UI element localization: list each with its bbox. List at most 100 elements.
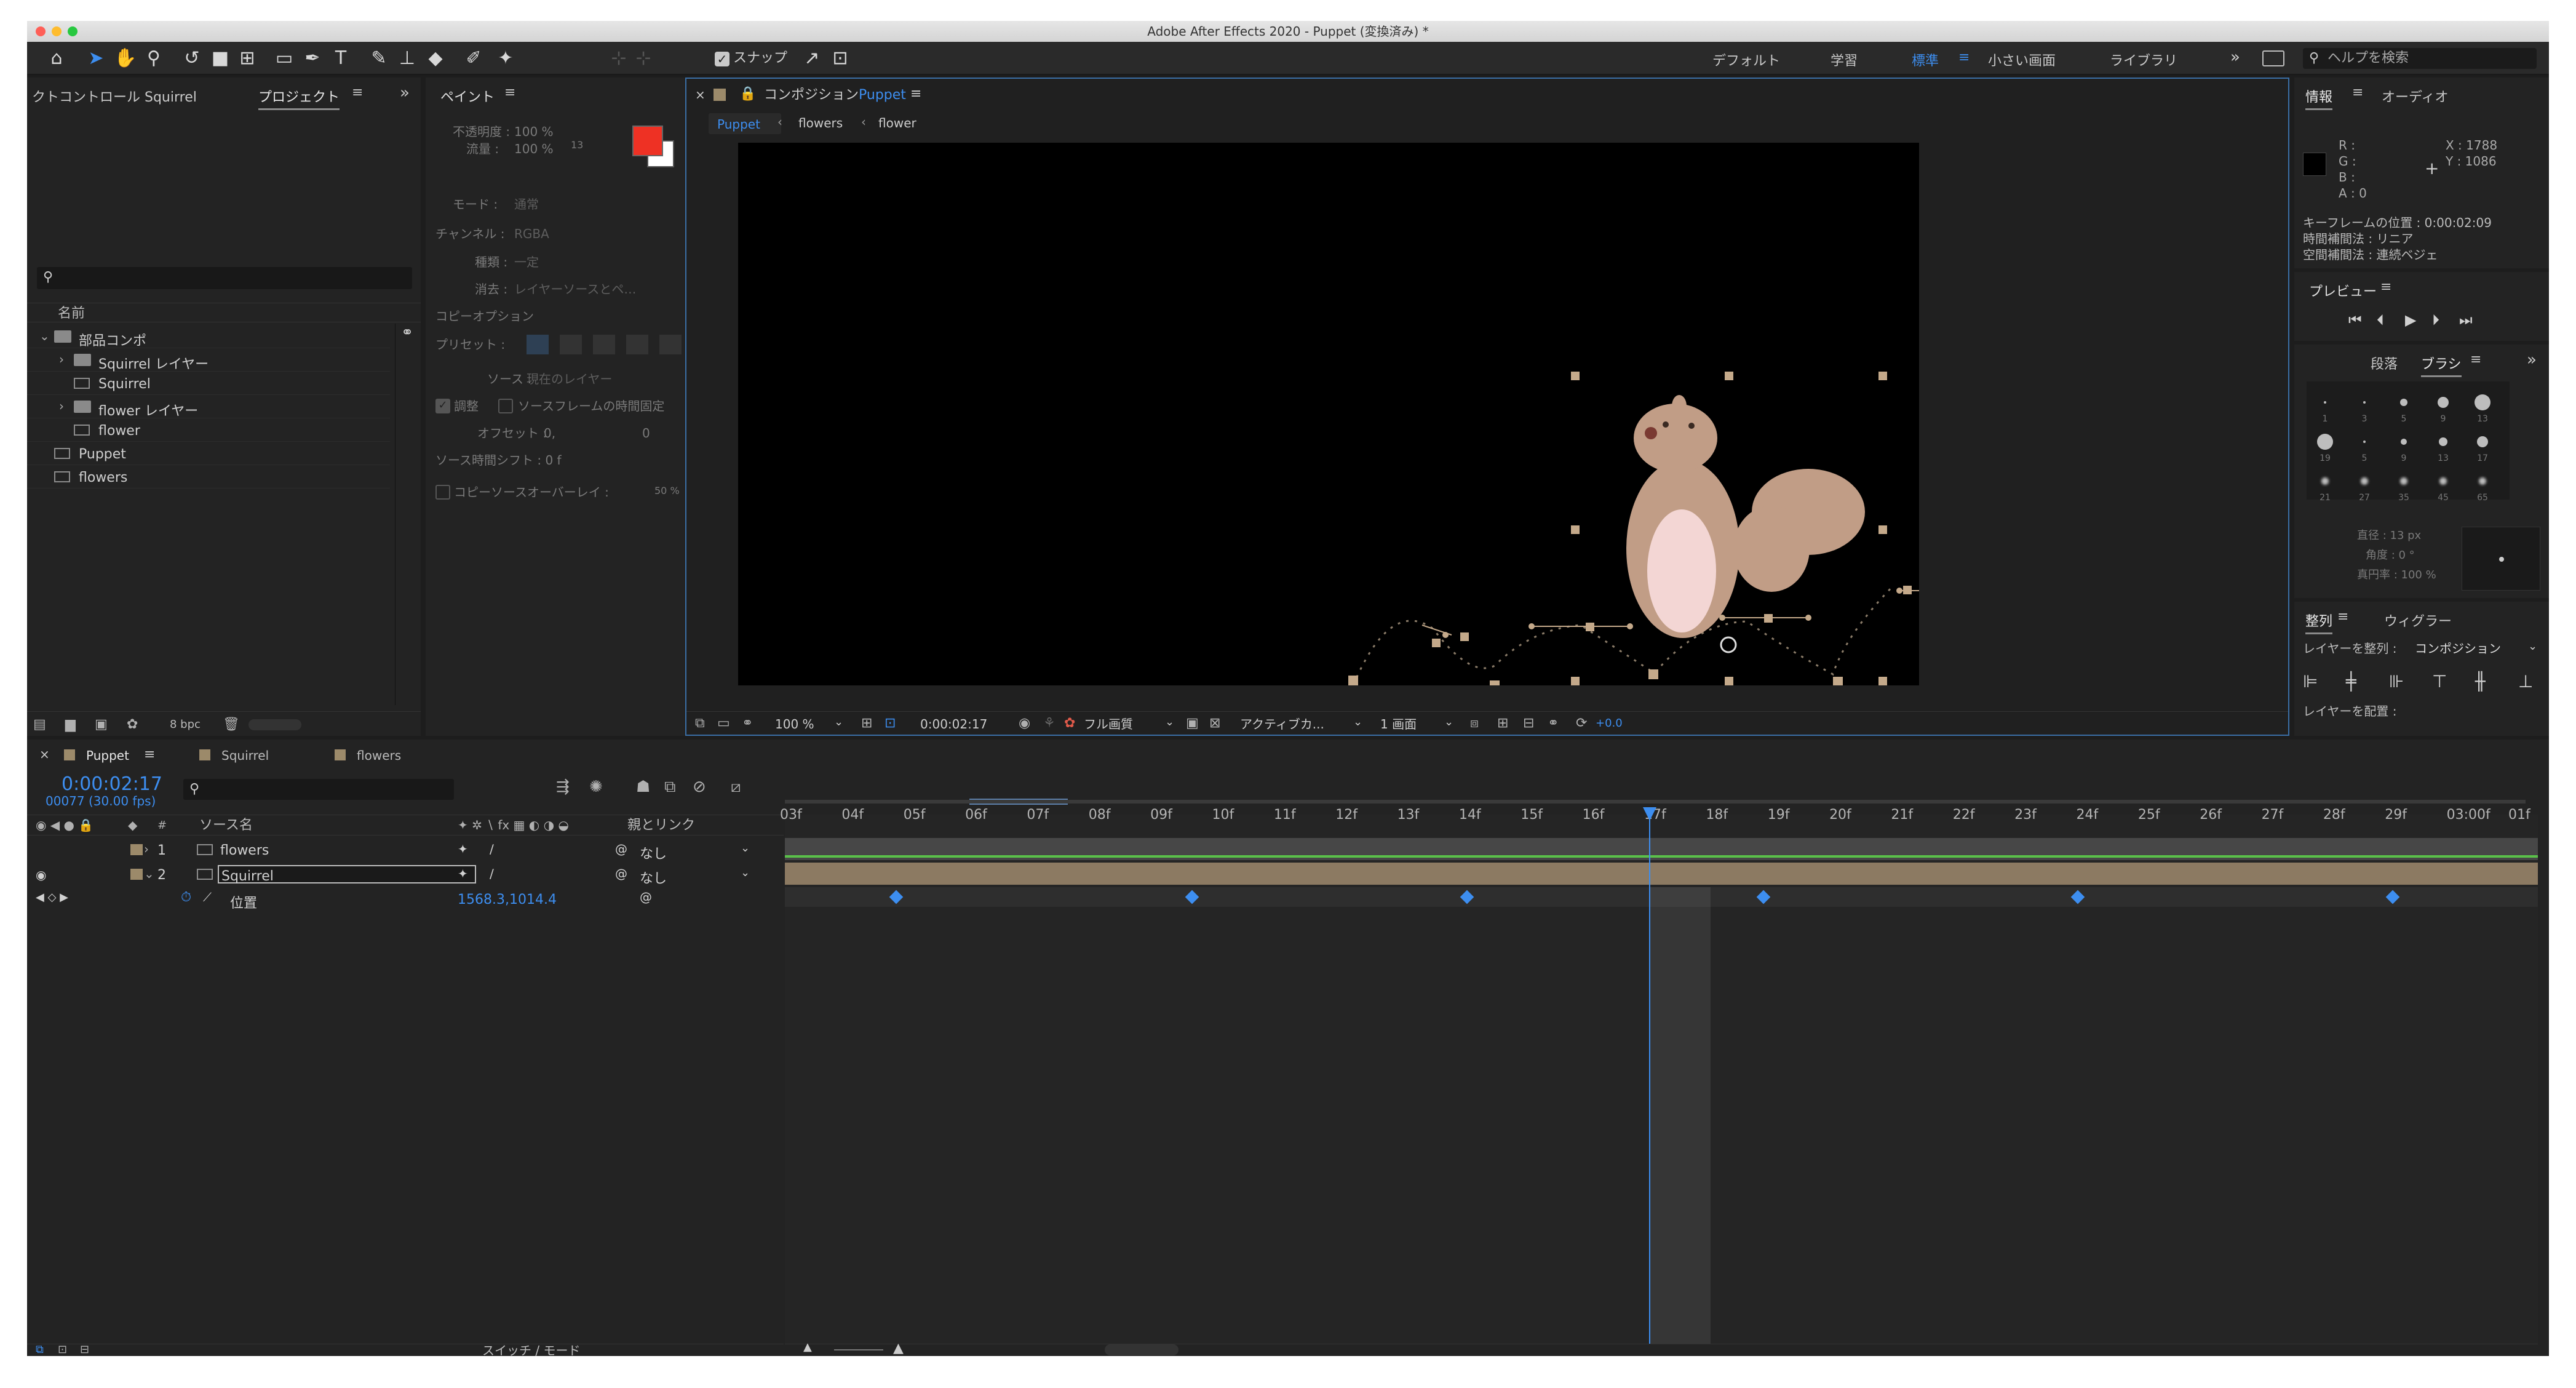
zoom-out-icon[interactable]: ▲ <box>803 1341 812 1354</box>
brush-tip[interactable] <box>2321 477 2329 485</box>
type-tool-icon[interactable]: T <box>327 46 354 71</box>
time-shift-label[interactable]: ソース時間シフト : 0 f <box>435 454 562 466</box>
layer-label-color[interactable] <box>130 844 143 855</box>
pick-whip-icon[interactable]: @ <box>640 890 652 904</box>
flowchart-icon[interactable]: ⚭ <box>401 325 413 340</box>
time-navigator[interactable] <box>785 800 2526 804</box>
flowers-layer-bar[interactable] <box>785 838 2538 860</box>
mode-dropdown[interactable]: 通常 <box>514 198 539 210</box>
camera-dropdown[interactable]: アクティブカ... <box>1240 718 1324 730</box>
workspace-0[interactable]: デフォルト <box>1712 50 1780 70</box>
show-snapshot-icon[interactable]: ⚘ <box>1043 717 1055 730</box>
help-search-input[interactable]: ⚲ ヘルプを検索 <box>2303 48 2537 69</box>
workspace-2[interactable]: 標準 <box>1912 50 1939 70</box>
axis-mode-icon[interactable]: ⊹ <box>605 46 632 71</box>
project-item[interactable]: ⌄ 部品コンポ <box>27 325 390 349</box>
reset-exposure-icon[interactable]: ⟳ <box>1576 717 1587 730</box>
opacity-value[interactable]: 100 % <box>514 126 554 138</box>
source-name-column[interactable]: ソース名 <box>199 819 253 832</box>
anchor-point-icon[interactable] <box>1720 636 1737 653</box>
panel-menu-icon[interactable]: ≡ <box>2337 609 2348 624</box>
clone-preset-5[interactable] <box>659 335 682 354</box>
current-time-display[interactable]: 0:00:02:17 <box>920 718 987 730</box>
parent-dropdown[interactable]: なし <box>640 843 667 863</box>
more-workspaces-icon[interactable]: » <box>2230 49 2240 65</box>
align-top-icon[interactable]: ⊤ <box>2432 673 2447 690</box>
graph-icon[interactable]: ⟋ <box>203 890 212 904</box>
motion-path-overlay[interactable] <box>738 143 1919 685</box>
monitor-icon[interactable]: ▭ <box>717 717 730 730</box>
timeline-icon[interactable]: ⊟ <box>1523 717 1534 730</box>
channel-dropdown[interactable]: RGBA <box>514 228 549 240</box>
brush-tip[interactable] <box>2438 397 2449 408</box>
brush-angle[interactable]: 角度 : 0 ° <box>2366 550 2415 561</box>
comp-tab-prefix[interactable]: コンポジション <box>764 89 859 102</box>
chevron-right-icon[interactable]: › <box>59 352 64 367</box>
sync-settings-icon[interactable] <box>2262 50 2284 66</box>
clone-stamp-tool-icon[interactable]: ⊥ <box>394 46 421 71</box>
align-to-dropdown[interactable]: コンポジション <box>2415 642 2501 655</box>
flow-value[interactable]: 100 % <box>514 143 554 155</box>
brush-tip[interactable] <box>2363 441 2366 443</box>
brush-tip[interactable] <box>2363 401 2366 404</box>
next-frame-icon[interactable]: ⏵ <box>2432 313 2439 327</box>
panel-menu-icon[interactable]: ≡ <box>352 85 363 100</box>
toggle-switches-modes[interactable]: スイッチ / モード <box>482 1344 580 1356</box>
toggle-pixel-aspect-icon[interactable]: ⧈ <box>1470 717 1479 730</box>
timeline-search-input[interactable]: ⚲ <box>183 779 454 800</box>
home-icon[interactable]: ⌂ <box>43 46 70 71</box>
transfer-controls-toggle-icon[interactable]: ⊡ <box>58 1344 67 1355</box>
chevron-right-icon[interactable]: › <box>144 842 149 856</box>
visibility-eye-icon[interactable]: ◉ <box>36 868 46 882</box>
interpret-footage-icon[interactable]: ▤ <box>33 718 46 732</box>
brush-tip[interactable] <box>2475 394 2491 410</box>
clone-preset-3[interactable] <box>593 335 615 354</box>
erase-dropdown[interactable]: レイヤーソースとペ… <box>514 283 636 295</box>
brush-tip[interactable] <box>2324 401 2326 404</box>
frame-blending-icon[interactable]: ⧉ <box>664 779 676 795</box>
hand-tool-icon[interactable]: ✋ <box>112 46 139 71</box>
thumbnail-scrollbar[interactable] <box>248 719 301 730</box>
workspace-3[interactable]: 小さい画面 <box>1988 50 2056 70</box>
brush-roundness[interactable]: 真円率 : 100 % <box>2357 570 2436 581</box>
keyframe-navigator-icon[interactable]: ◀ ◇ ▶ <box>36 891 68 904</box>
layer-switches-toggle-icon[interactable]: ⧉ <box>36 1344 44 1355</box>
quality-switch-icon[interactable]: ∕ <box>490 842 494 856</box>
brush-tip[interactable] <box>2479 477 2486 485</box>
align-left-icon[interactable]: ⊫ <box>2303 673 2318 690</box>
snapshot-icon[interactable]: ◉ <box>1019 717 1030 730</box>
comp-tab-name[interactable]: Puppet <box>859 89 906 102</box>
brush-tool-icon[interactable]: ✎ <box>365 46 392 71</box>
lock-icon[interactable]: 🔒 <box>739 87 756 101</box>
clone-preset-1[interactable] <box>527 335 549 354</box>
lock-source-checkbox[interactable] <box>498 399 513 413</box>
overlay-value[interactable]: 50 % <box>654 486 680 496</box>
project-search-input[interactable]: ⚲ <box>37 267 412 289</box>
tab-wiggler[interactable]: ウィグラー <box>2384 610 2452 630</box>
workspace-4[interactable]: ライブラリ <box>2110 50 2177 70</box>
play-icon[interactable]: ▶ <box>2405 313 2416 327</box>
expand-panels-icon[interactable]: » <box>400 84 410 102</box>
chevron-down-icon[interactable]: ⌄ <box>144 866 154 881</box>
breadcrumb-flowers[interactable]: flowers <box>798 117 843 129</box>
offset-y-value[interactable]: 0 <box>642 427 650 439</box>
av-features-icons[interactable]: ◉ ◀ ● 🔒 <box>36 819 93 831</box>
roto-brush-tool-icon[interactable]: ✐ <box>460 46 487 71</box>
property-value[interactable]: 1568.3,1014.4 <box>458 892 557 907</box>
grid-icon[interactable]: ⊞ <box>861 717 872 730</box>
brush-tip[interactable] <box>2400 477 2407 485</box>
align-bottom-icon[interactable]: ⊥ <box>2518 673 2533 690</box>
world-axis-icon[interactable]: ⊹ <box>630 46 657 71</box>
last-frame-icon[interactable]: ⏭ <box>2459 313 2473 327</box>
snap-target-icon[interactable]: ⊡ <box>827 46 854 71</box>
parent-link-column[interactable]: 親とリンク <box>627 819 695 832</box>
panel-menu-icon[interactable]: ≡ <box>2470 352 2481 367</box>
brush-tip[interactable] <box>2439 437 2447 446</box>
brush-tip[interactable] <box>2400 399 2407 406</box>
playhead-line[interactable] <box>1649 815 1650 1344</box>
quality-switch-icon[interactable]: ∕ <box>490 866 494 881</box>
selection-tool-icon[interactable]: ➤ <box>82 46 109 71</box>
timeline-layer-row[interactable]: ◉ ⌄ 2 Squirrel ✦ ∕ @ なし ⌄ <box>27 863 784 887</box>
camera-tool-icon[interactable]: ■ <box>207 46 234 71</box>
panel-menu-icon[interactable]: ≡ <box>144 748 155 762</box>
